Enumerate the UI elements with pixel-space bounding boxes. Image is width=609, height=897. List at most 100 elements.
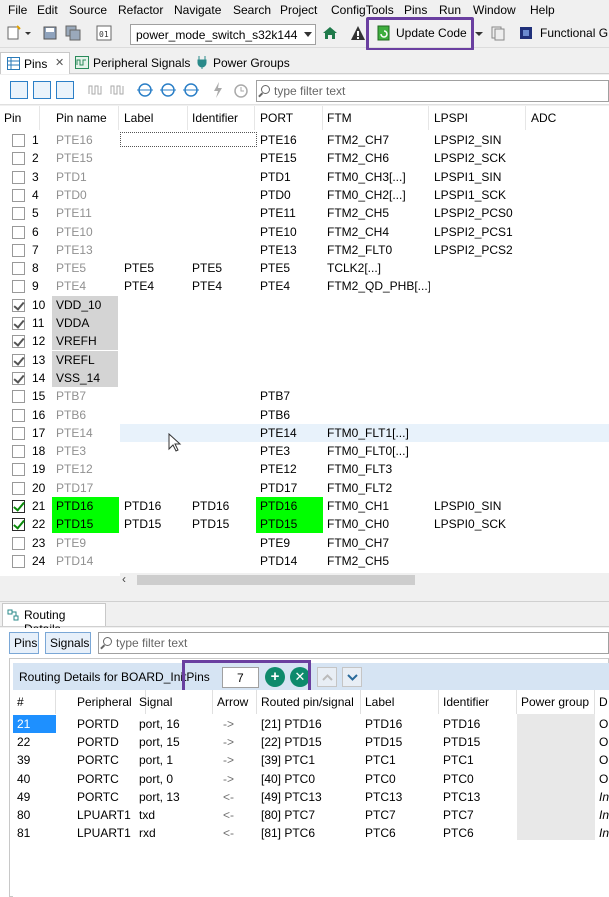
routing-signal[interactable]: port, 15: [135, 733, 213, 751]
routing-row[interactable]: 40 PORTC port, 0 -> [40] PTC0 PTC0 PTC0 O: [13, 770, 609, 788]
rcol-label[interactable]: Label: [361, 690, 439, 714]
routing-routed-pin[interactable]: [40] PTC0: [257, 770, 361, 788]
routing-direction[interactable]: O: [595, 733, 609, 751]
route-column-button[interactable]: [56, 81, 74, 99]
routing-arrow[interactable]: ->: [213, 733, 257, 751]
routing-arrow[interactable]: <-: [213, 806, 257, 824]
pin-port[interactable]: PTD14: [256, 552, 323, 570]
pin-identifier[interactable]: [188, 369, 256, 387]
table-row[interactable]: 7 PTE13 PTE13 FTM2_FLT0 LPSPI2_PCS2: [0, 241, 609, 259]
pin-lpspi[interactable]: [430, 552, 527, 570]
routing-number[interactable]: 22: [13, 733, 56, 751]
tab-power-groups[interactable]: Power Groups: [196, 52, 296, 74]
table-row[interactable]: 9 PTE4 PTE4 PTE4 PTE4 FTM2_QD_PHB[...]: [0, 277, 609, 295]
pin-ftm[interactable]: FTM0_FLT2: [323, 479, 430, 497]
pin-lpspi[interactable]: [430, 314, 527, 332]
pin-name[interactable]: PTE9: [52, 534, 119, 552]
pin-port[interactable]: [256, 332, 323, 350]
pin-lpspi[interactable]: [430, 424, 527, 442]
pin-label[interactable]: PTD16: [120, 497, 188, 515]
pin-identifier[interactable]: [188, 387, 256, 405]
pin-label[interactable]: [120, 149, 188, 167]
pin-checkbox[interactable]: [12, 481, 25, 495]
routing-identifier[interactable]: PTC7: [439, 806, 517, 824]
pin-ftm[interactable]: FTM0_FLT0[...]: [323, 442, 430, 460]
routing-number[interactable]: 40: [13, 770, 56, 788]
pin-label[interactable]: [120, 369, 188, 387]
routing-signal[interactable]: txd: [135, 806, 213, 824]
rcol-signal[interactable]: Signal: [135, 690, 213, 714]
pin-ftm[interactable]: FTM2_CH7: [323, 131, 430, 149]
pin-ftm[interactable]: FTM2_CH5: [323, 552, 430, 570]
routing-direction[interactable]: O: [595, 715, 609, 733]
col-lpspi[interactable]: LPSPI: [430, 106, 526, 130]
pin-checkbox[interactable]: [12, 317, 25, 330]
pin-ftm[interactable]: FTM0_CH3[...]: [323, 168, 430, 186]
pin-identifier[interactable]: [188, 223, 256, 241]
rcol-routed-pin[interactable]: Routed pin/signal: [257, 690, 361, 714]
pin-checkbox[interactable]: [12, 280, 25, 294]
routing-arrow[interactable]: <-: [213, 788, 257, 806]
pin-lpspi[interactable]: LPSPI2_PCS2: [430, 241, 527, 259]
pin-label[interactable]: [120, 241, 188, 259]
move-down-button[interactable]: [342, 667, 362, 687]
pin-checkbox[interactable]: [12, 518, 25, 532]
pin-lpspi[interactable]: LPSPI2_PCS1: [430, 223, 527, 241]
pins-filter-input[interactable]: type filter text: [256, 80, 609, 102]
pin-label[interactable]: [120, 534, 188, 552]
menu-run[interactable]: Run: [439, 3, 461, 17]
wave-icon[interactable]: [88, 84, 104, 96]
pin-label[interactable]: PTD15: [120, 515, 188, 533]
pin-identifier[interactable]: [188, 479, 256, 497]
pin-name[interactable]: PTE4: [52, 277, 119, 295]
pin-checkbox[interactable]: [12, 353, 25, 367]
pin-checkbox[interactable]: [12, 500, 25, 513]
routing-row[interactable]: 49 PORTC port, 13 <- [49] PTC13 PTC13 PTC13 In: [13, 788, 609, 806]
route-selected-button[interactable]: [33, 81, 51, 99]
menu-window[interactable]: Window: [473, 3, 516, 17]
scroll-thumb[interactable]: [137, 575, 415, 585]
pin-identifier[interactable]: [188, 296, 256, 314]
pin-checkbox[interactable]: [12, 408, 25, 422]
routing-routed-pin[interactable]: [21] PTD16: [257, 715, 361, 733]
routing-arrow[interactable]: <-: [213, 824, 257, 842]
table-row[interactable]: 12 VREFH: [0, 332, 609, 351]
pin-checkbox[interactable]: [12, 262, 25, 276]
pin-lpspi[interactable]: [430, 296, 527, 314]
pin-ftm[interactable]: [323, 351, 430, 369]
routing-identifier[interactable]: PTC1: [439, 751, 517, 769]
pin-port[interactable]: PTE5: [256, 259, 323, 277]
menu-help[interactable]: Help: [530, 3, 555, 17]
pin-name[interactable]: PTD1: [52, 168, 119, 186]
pin-label[interactable]: PTE5: [120, 259, 188, 277]
col-adc[interactable]: ADC: [527, 106, 609, 130]
wave-alt-icon[interactable]: [110, 84, 126, 96]
pin-ftm[interactable]: FTM0_CH1: [323, 497, 430, 515]
pin-checkbox[interactable]: [12, 225, 25, 239]
pin-lpspi[interactable]: [430, 277, 527, 295]
pin-port[interactable]: PTE9: [256, 534, 323, 552]
routing-identifier[interactable]: PTD16: [439, 715, 517, 733]
pin-name[interactable]: PTE13: [52, 241, 119, 259]
table-row[interactable]: 18 PTE3 PTE3 FTM0_FLT0[...]: [0, 442, 609, 460]
save-all-icon[interactable]: [65, 25, 81, 41]
routing-arrow[interactable]: ->: [213, 751, 257, 769]
pin-name[interactable]: VSS_14: [52, 368, 118, 387]
routing-signal[interactable]: rxd: [135, 824, 213, 842]
pin-identifier[interactable]: [188, 351, 256, 369]
menu-refactor[interactable]: Refactor: [118, 3, 163, 17]
col-pin-name[interactable]: Pin name: [52, 106, 119, 130]
col-ftm[interactable]: FTM: [323, 106, 429, 130]
pin-label[interactable]: [120, 351, 188, 369]
menu-configtools[interactable]: ConfigTools: [331, 3, 394, 17]
functional-group-label[interactable]: Functional G: [540, 26, 608, 40]
routing-identifier[interactable]: PTC0: [439, 770, 517, 788]
pin-name[interactable]: VREFL: [52, 350, 118, 369]
pin-name[interactable]: PTD16: [52, 497, 119, 515]
table-row[interactable]: 3 PTD1 PTD1 FTM0_CH3[...] LPSPI1_SIN: [0, 168, 609, 186]
pin-lpspi[interactable]: LPSPI2_PCS0: [430, 204, 527, 222]
pin-port[interactable]: PTE11: [256, 204, 323, 222]
pin-port[interactable]: PTE13: [256, 241, 323, 259]
pin-identifier[interactable]: [188, 204, 256, 222]
routing-row[interactable]: 39 PORTC port, 1 -> [39] PTC1 PTC1 PTC1 O: [13, 751, 609, 769]
